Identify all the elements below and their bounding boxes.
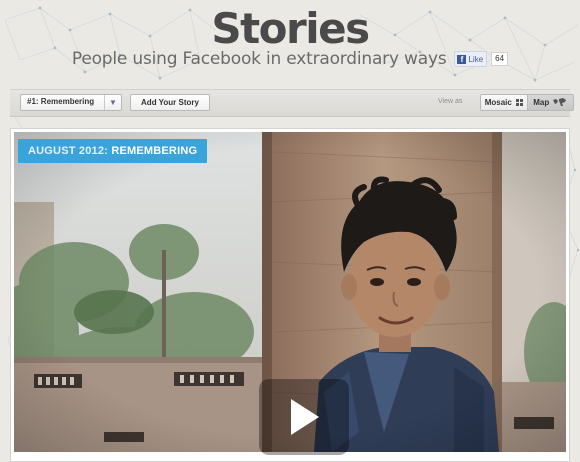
view-map-button[interactable]: Map [526,95,573,110]
story-badge-date: AUGUST 2012: [28,145,109,157]
add-your-story-button[interactable]: Add Your Story [130,94,210,111]
view-as-label: View as [438,98,463,105]
page-header: Stories People using Facebook in extraor… [0,0,580,86]
stories-toolbar: #1: Remembering ▼ Add Your Story View as… [10,89,574,117]
view-mosaic-label: Mosaic [484,98,512,107]
view-toggle: Mosaic Map [480,94,574,111]
view-mosaic-button[interactable]: Mosaic [481,95,527,110]
chevron-down-icon: ▼ [104,95,121,110]
story-badge-title: REMEMBERING [111,145,198,157]
like-button[interactable]: f Like [454,51,488,67]
like-count: 64 [491,52,509,66]
story-select-value: #1: Remembering [27,97,95,106]
story-card [10,128,570,462]
like-button-label: Like [468,54,484,64]
map-icon [553,98,567,106]
page-subtitle: People using Facebook in extraordinary w… [71,49,447,69]
play-icon [291,399,319,435]
facebook-icon: f [457,54,467,64]
page-title: Stories [211,4,370,53]
facebook-like-widget: f Like 64 [454,51,509,67]
stories-page: Stories People using Facebook in extraor… [0,0,580,462]
story-badge: AUGUST 2012: REMEMBERING [18,139,208,163]
view-map-label: Map [533,98,550,107]
play-button[interactable] [259,379,349,455]
story-select-dropdown[interactable]: #1: Remembering ▼ [20,94,122,111]
subtitle-row: People using Facebook in extraordinary w… [0,49,580,69]
mosaic-icon [515,99,523,106]
